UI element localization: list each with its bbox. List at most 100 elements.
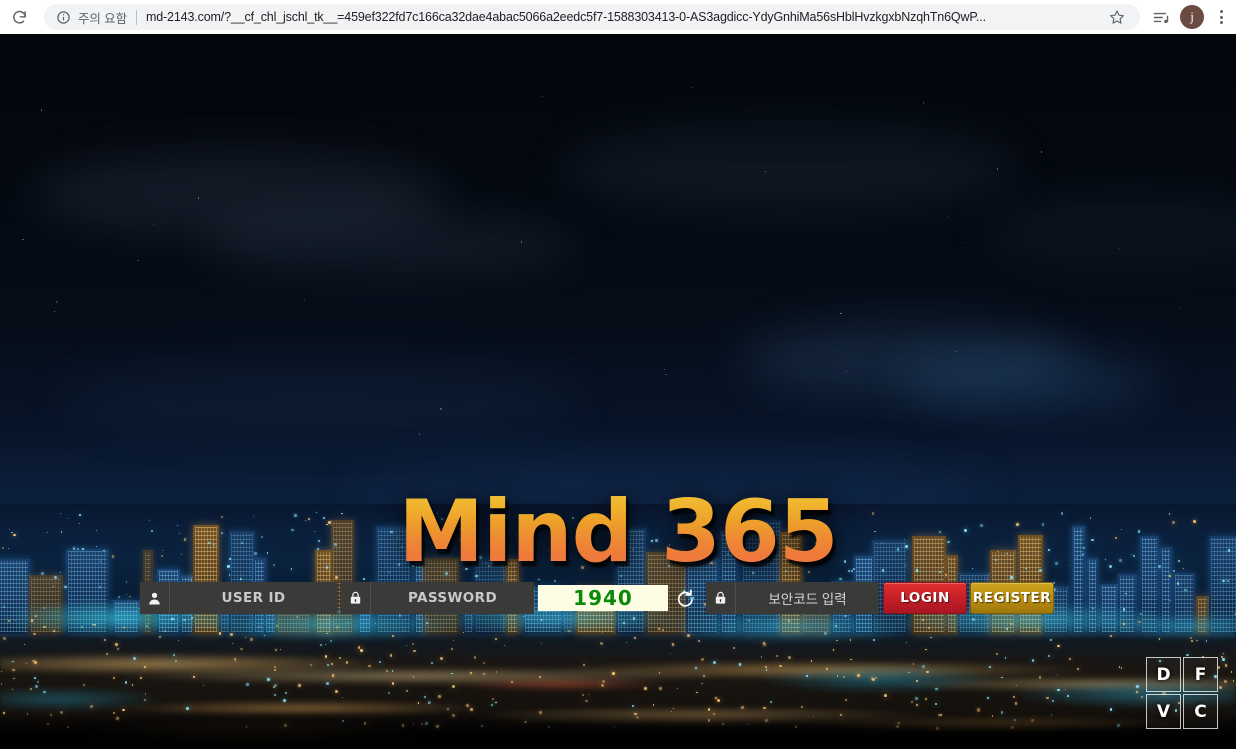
city-light	[347, 622, 349, 624]
corner-cell-label: C	[1194, 701, 1207, 722]
city-light	[585, 699, 589, 703]
city-light	[54, 576, 57, 579]
city-light	[391, 682, 395, 685]
city-light	[659, 687, 663, 691]
city-light	[399, 614, 402, 617]
city-light	[1001, 676, 1003, 679]
city-light	[925, 648, 927, 651]
city-light	[539, 676, 541, 678]
city-light	[871, 677, 875, 681]
city-light	[763, 643, 767, 646]
city-light	[104, 639, 106, 641]
city-light	[98, 585, 101, 588]
city-light	[25, 662, 27, 665]
city-light	[872, 638, 876, 642]
city-light	[263, 635, 265, 637]
city-light	[912, 663, 915, 665]
city-light	[1068, 658, 1071, 661]
city-light	[495, 701, 498, 704]
city-light	[632, 705, 635, 708]
three-dot-menu-icon	[1219, 10, 1223, 13]
city-light	[1038, 676, 1042, 680]
city-light	[80, 626, 84, 629]
register-button[interactable]: REGISTER	[970, 582, 1054, 614]
city-light	[335, 576, 338, 579]
star-icon[interactable]	[1106, 6, 1128, 28]
city-light	[310, 664, 313, 667]
info-circle-icon[interactable]	[56, 10, 71, 25]
star-point	[845, 370, 847, 372]
city-light	[430, 662, 433, 665]
city-light	[123, 626, 126, 629]
city-light	[652, 704, 655, 706]
city-light	[1124, 592, 1127, 595]
city-light	[2, 605, 6, 609]
city-light	[910, 700, 914, 704]
city-light	[35, 615, 38, 618]
city-light	[764, 665, 768, 669]
city-light	[1010, 622, 1013, 625]
city-light	[346, 661, 349, 664]
corner-cell-f[interactable]: F	[1183, 657, 1218, 692]
city-light	[934, 702, 937, 706]
city-light	[174, 660, 178, 663]
user-id-field[interactable]: USER ID	[140, 582, 337, 614]
city-light	[191, 617, 193, 619]
login-button[interactable]: LOGIN	[883, 582, 967, 614]
browser-menu-button[interactable]	[1208, 0, 1234, 34]
city-light	[1092, 607, 1094, 610]
city-light	[775, 654, 779, 658]
register-button-label: REGISTER	[972, 590, 1052, 606]
corner-cell-c[interactable]: C	[1183, 694, 1218, 729]
captcha-refresh-button[interactable]	[668, 582, 702, 614]
password-field[interactable]: PASSWORD	[341, 582, 534, 614]
city-light	[540, 642, 542, 644]
city-light	[336, 626, 339, 628]
captcha-image: 1940	[538, 585, 668, 611]
city-light	[921, 665, 925, 669]
city-light	[11, 688, 14, 691]
corner-cell-v[interactable]: V	[1146, 694, 1181, 729]
city-light	[379, 661, 381, 663]
city-light	[1012, 695, 1015, 698]
address-bar[interactable]: 주의 요함 md-2143.com/?__cf_chl_jschl_tk__=4…	[44, 4, 1140, 30]
city-light	[599, 642, 603, 646]
city-light	[273, 683, 277, 687]
city-light	[935, 687, 938, 691]
city-light	[600, 683, 604, 687]
city-light	[473, 656, 477, 659]
city-light	[275, 625, 278, 628]
city-light	[12, 660, 14, 662]
city-light	[495, 671, 498, 673]
city-light	[470, 672, 472, 674]
corner-shortcut-grid: D F V C	[1146, 657, 1218, 729]
city-light	[1177, 582, 1180, 585]
corner-cell-d[interactable]: D	[1146, 657, 1181, 692]
city-light	[1190, 639, 1193, 642]
city-light	[1140, 695, 1144, 699]
city-light	[0, 670, 3, 672]
star-point	[56, 301, 58, 303]
reload-button[interactable]	[2, 0, 36, 34]
city-light	[185, 706, 189, 710]
media-control-button[interactable]	[1146, 0, 1176, 34]
city-light	[1183, 588, 1187, 592]
city-light	[53, 586, 55, 588]
city-light	[540, 619, 543, 621]
profile-avatar[interactable]: j	[1180, 5, 1204, 29]
corner-cell-label: F	[1194, 664, 1207, 685]
city-light	[453, 640, 455, 642]
city-light	[190, 579, 192, 582]
security-status-label: 주의 요함	[78, 11, 127, 26]
city-light	[451, 672, 453, 675]
city-light	[1006, 628, 1008, 630]
city-light	[90, 705, 93, 708]
city-light	[567, 630, 570, 633]
cloud	[560, 124, 1020, 214]
city-light	[806, 675, 808, 677]
city-light	[463, 632, 465, 633]
city-light	[319, 643, 323, 647]
city-light	[915, 696, 919, 700]
city-light	[1224, 664, 1228, 667]
security-code-field[interactable]: 보안코드 입력	[706, 582, 879, 614]
